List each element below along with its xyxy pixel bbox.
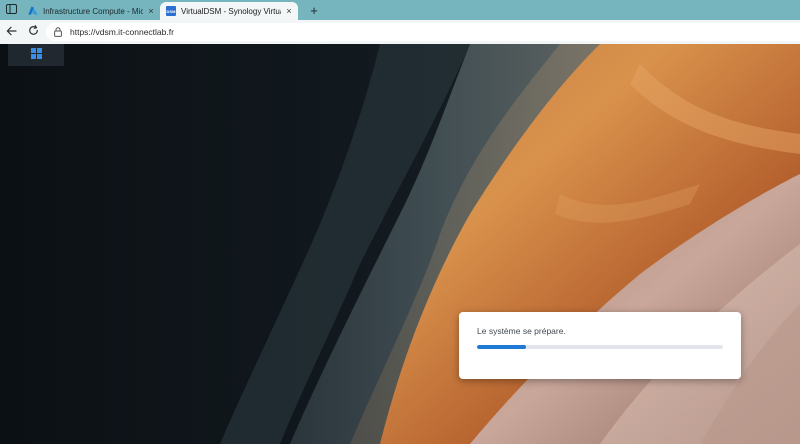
desktop-wallpaper <box>0 44 800 444</box>
tab-actions-button[interactable] <box>0 0 22 20</box>
address-bar[interactable]: https://vdsm.it-connectlab.fr <box>46 23 800 41</box>
tab-title: Infrastructure Compute - Microso <box>43 6 143 16</box>
browser-toolbar: https://vdsm.it-connectlab.fr <box>0 20 800 44</box>
tab-title: VirtualDSM - Synology VirtualDSM <box>181 6 281 16</box>
reload-button[interactable] <box>22 21 44 43</box>
loading-message: Le système se prépare. <box>477 326 566 336</box>
close-tab-icon[interactable]: × <box>146 6 156 16</box>
back-button[interactable] <box>0 21 22 43</box>
lock-icon <box>54 27 64 37</box>
dsm-desktop: Le système se prépare. <box>0 44 800 444</box>
progress-bar <box>477 345 723 349</box>
dsm-favicon-text: DSM <box>166 8 176 14</box>
reload-icon <box>28 23 39 41</box>
close-tab-icon[interactable]: × <box>284 6 294 16</box>
tab-actions-icon <box>5 1 17 19</box>
tab-infrastructure-compute[interactable]: Infrastructure Compute - Microso × <box>22 2 160 20</box>
main-menu-button[interactable] <box>8 44 64 66</box>
system-preparing-dialog: Le système se prépare. <box>459 312 741 379</box>
tab-virtualdsm[interactable]: DSM VirtualDSM - Synology VirtualDSM × <box>160 2 298 20</box>
back-arrow-icon <box>6 23 17 41</box>
url-text: https://vdsm.it-connectlab.fr <box>70 27 174 37</box>
progress-bar-fill <box>477 345 527 349</box>
dsm-icon: DSM <box>166 6 176 16</box>
azure-icon <box>28 6 38 16</box>
tab-strip: Infrastructure Compute - Microso × DSM V… <box>0 0 800 20</box>
grid-menu-icon <box>30 46 42 64</box>
new-tab-button[interactable]: + <box>304 2 324 20</box>
